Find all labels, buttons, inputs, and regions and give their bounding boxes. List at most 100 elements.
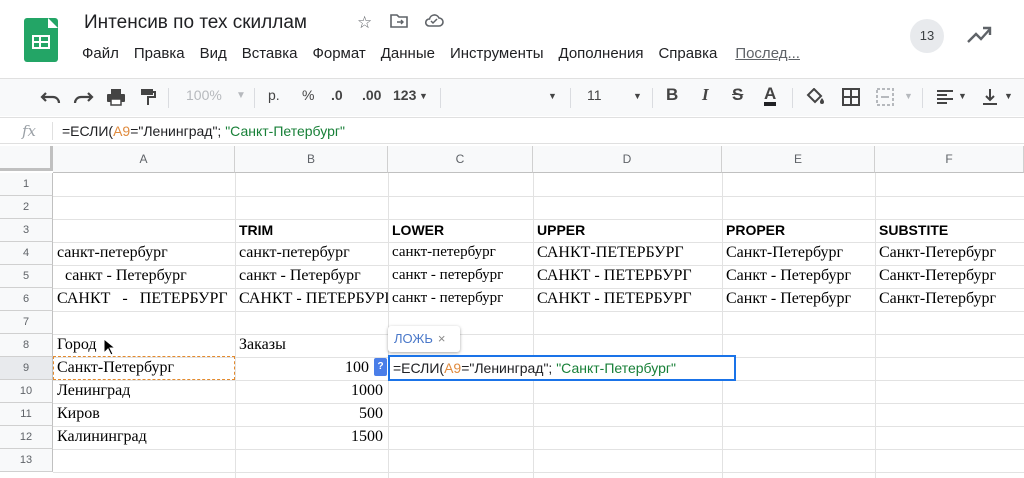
menu-data[interactable]: Данные [381, 45, 435, 62]
menu-tools[interactable]: Инструменты [450, 45, 544, 62]
more-formats-dropdown-icon[interactable]: ▼ [419, 91, 428, 101]
menu-file[interactable]: Файл [82, 45, 119, 62]
formula-help-button[interactable]: ? [374, 358, 387, 376]
cloud-saved-icon[interactable] [424, 13, 444, 33]
spreadsheet-grid[interactable]: A B C D E F 1 2 3 4 5 6 7 8 9 10 11 12 1… [0, 146, 1024, 478]
column-header-c[interactable]: C [388, 146, 533, 173]
sheets-logo-icon[interactable] [24, 18, 58, 62]
row-header-3[interactable]: 3 [0, 219, 53, 242]
row-header-8[interactable]: 8 [0, 334, 53, 357]
menu-addons[interactable]: Дополнения [559, 45, 644, 62]
zoom-select[interactable]: 100% [186, 87, 222, 103]
cell-c4[interactable]: санкт-петербург [388, 244, 533, 261]
cell-b6[interactable]: САНКТ - ПЕТЕРБУРГ [235, 290, 388, 308]
column-header-f[interactable]: F [875, 146, 1024, 173]
move-to-folder-icon[interactable] [390, 13, 408, 33]
column-header-d[interactable]: D [533, 146, 722, 173]
cell-e4[interactable]: Санкт-Петербург [722, 244, 875, 262]
valign-dropdown-icon[interactable]: ▼ [1004, 91, 1013, 101]
percent-button[interactable]: % [302, 87, 314, 103]
strikethrough-button[interactable]: S [732, 85, 743, 105]
font-size-select[interactable]: 11 [587, 87, 602, 103]
row-header-7[interactable]: 7 [0, 311, 53, 334]
document-title[interactable]: Интенсив по тех скиллам [84, 12, 307, 34]
cell-editor-c9[interactable]: =ЕСЛИ(A9="Ленинград"; "Санкт-Петербург" [388, 355, 736, 381]
redo-icon[interactable] [72, 89, 94, 105]
menu-edit[interactable]: Правка [134, 45, 185, 62]
cell-d6[interactable]: САНКТ - ПЕТЕРБУРГ [533, 290, 722, 308]
cell-b5[interactable]: санкт - Петербург [235, 267, 388, 285]
column-header-b[interactable]: B [235, 146, 388, 173]
last-edit-link[interactable]: Послед... [735, 45, 800, 62]
cell-d3[interactable]: UPPER [533, 222, 722, 238]
align-dropdown-icon[interactable]: ▼ [958, 91, 967, 101]
vertical-align-icon[interactable] [982, 88, 998, 106]
cell-a5[interactable]: санкт - Петербург [53, 267, 235, 285]
row-header-5[interactable]: 5 [0, 265, 53, 288]
close-icon[interactable]: × [438, 331, 446, 346]
cell-b3[interactable]: TRIM [235, 222, 388, 238]
bold-button[interactable]: B [666, 85, 678, 105]
cell-e3[interactable]: PROPER [722, 222, 875, 238]
cell-b4[interactable]: санкт-петербург [235, 244, 388, 262]
cell-b8[interactable]: Заказы [235, 336, 388, 354]
row-header-6[interactable]: 6 [0, 288, 53, 311]
cell-f3[interactable]: SUBSTITE [875, 222, 1024, 238]
cell-a12[interactable]: Калининград [53, 428, 235, 446]
text-color-button[interactable]: A [764, 85, 777, 106]
merge-cells-icon[interactable] [876, 88, 894, 106]
cell-f5[interactable]: Санкт-Петербург [875, 267, 1024, 285]
currency-button[interactable]: р. [268, 87, 280, 103]
fill-color-icon[interactable] [806, 88, 826, 106]
merge-dropdown-icon[interactable]: ▼ [904, 91, 913, 101]
row-header-9[interactable]: 9 [0, 357, 53, 380]
column-header-e[interactable]: E [722, 146, 875, 173]
cell-b10[interactable]: 1000 [235, 382, 388, 400]
font-size-dropdown-icon[interactable]: ▼ [633, 91, 642, 101]
undo-icon[interactable] [40, 89, 62, 105]
row-header-10[interactable]: 10 [0, 380, 53, 403]
cell-e6[interactable]: Санкт - Петербург [722, 290, 875, 308]
cell-d5[interactable]: САНКТ - ПЕТЕРБУРГ [533, 267, 722, 285]
more-formats-button[interactable]: 123 [393, 87, 416, 103]
cell-b12[interactable]: 1500 [235, 428, 388, 446]
formula-input[interactable]: =ЕСЛИ(A9="Ленинград"; "Санкт-Петербург" [62, 123, 345, 139]
row-header-2[interactable]: 2 [0, 196, 53, 219]
cell-a10[interactable]: Ленинград [53, 382, 235, 400]
cell-b9[interactable]: 100 [235, 359, 374, 377]
align-left-icon[interactable] [936, 89, 954, 105]
row-header-12[interactable]: 12 [0, 426, 53, 449]
borders-icon[interactable] [842, 88, 860, 106]
cell-c5[interactable]: санкт - петербург [388, 267, 533, 284]
cell-e5[interactable]: Санкт - Петербург [722, 267, 875, 285]
cell-d4[interactable]: САНКТ-ПЕТЕРБУРГ [533, 244, 722, 262]
cell-f4[interactable]: Санкт-Петербург [875, 244, 1024, 262]
menu-insert[interactable]: Вставка [242, 45, 298, 62]
font-family-dropdown-icon[interactable]: ▼ [548, 91, 557, 101]
menu-view[interactable]: Вид [200, 45, 227, 62]
avatar[interactable]: 13 [910, 19, 944, 53]
italic-button[interactable]: I [702, 85, 709, 105]
cell-c6[interactable]: санкт - петербург [388, 290, 533, 307]
decrease-decimal-button[interactable]: .0 [331, 87, 343, 103]
print-icon[interactable] [106, 88, 126, 106]
cell-a6[interactable]: САНКТ - ПЕТЕРБУРГ [53, 290, 235, 308]
cell-a8[interactable]: Город [53, 336, 235, 354]
trend-icon[interactable] [966, 24, 992, 46]
paint-format-icon[interactable] [140, 88, 156, 106]
zoom-dropdown-icon[interactable]: ▼ [236, 90, 246, 101]
cell-a11[interactable]: Киров [53, 405, 235, 423]
select-all-corner[interactable] [0, 146, 53, 171]
cell-a4[interactable]: санкт-петербург [53, 244, 235, 262]
menu-help[interactable]: Справка [658, 45, 717, 62]
row-header-13[interactable]: 13 [0, 449, 53, 472]
row-header-11[interactable]: 11 [0, 403, 53, 426]
cell-f6[interactable]: Санкт-Петербург [875, 290, 1024, 308]
cell-b11[interactable]: 500 [235, 405, 388, 423]
increase-decimal-button[interactable]: .00 [362, 87, 381, 103]
cell-c3[interactable]: LOWER [388, 222, 533, 238]
star-icon[interactable]: ☆ [357, 13, 372, 33]
row-header-1[interactable]: 1 [0, 173, 53, 196]
column-header-a[interactable]: A [53, 146, 235, 173]
row-header-4[interactable]: 4 [0, 242, 53, 265]
